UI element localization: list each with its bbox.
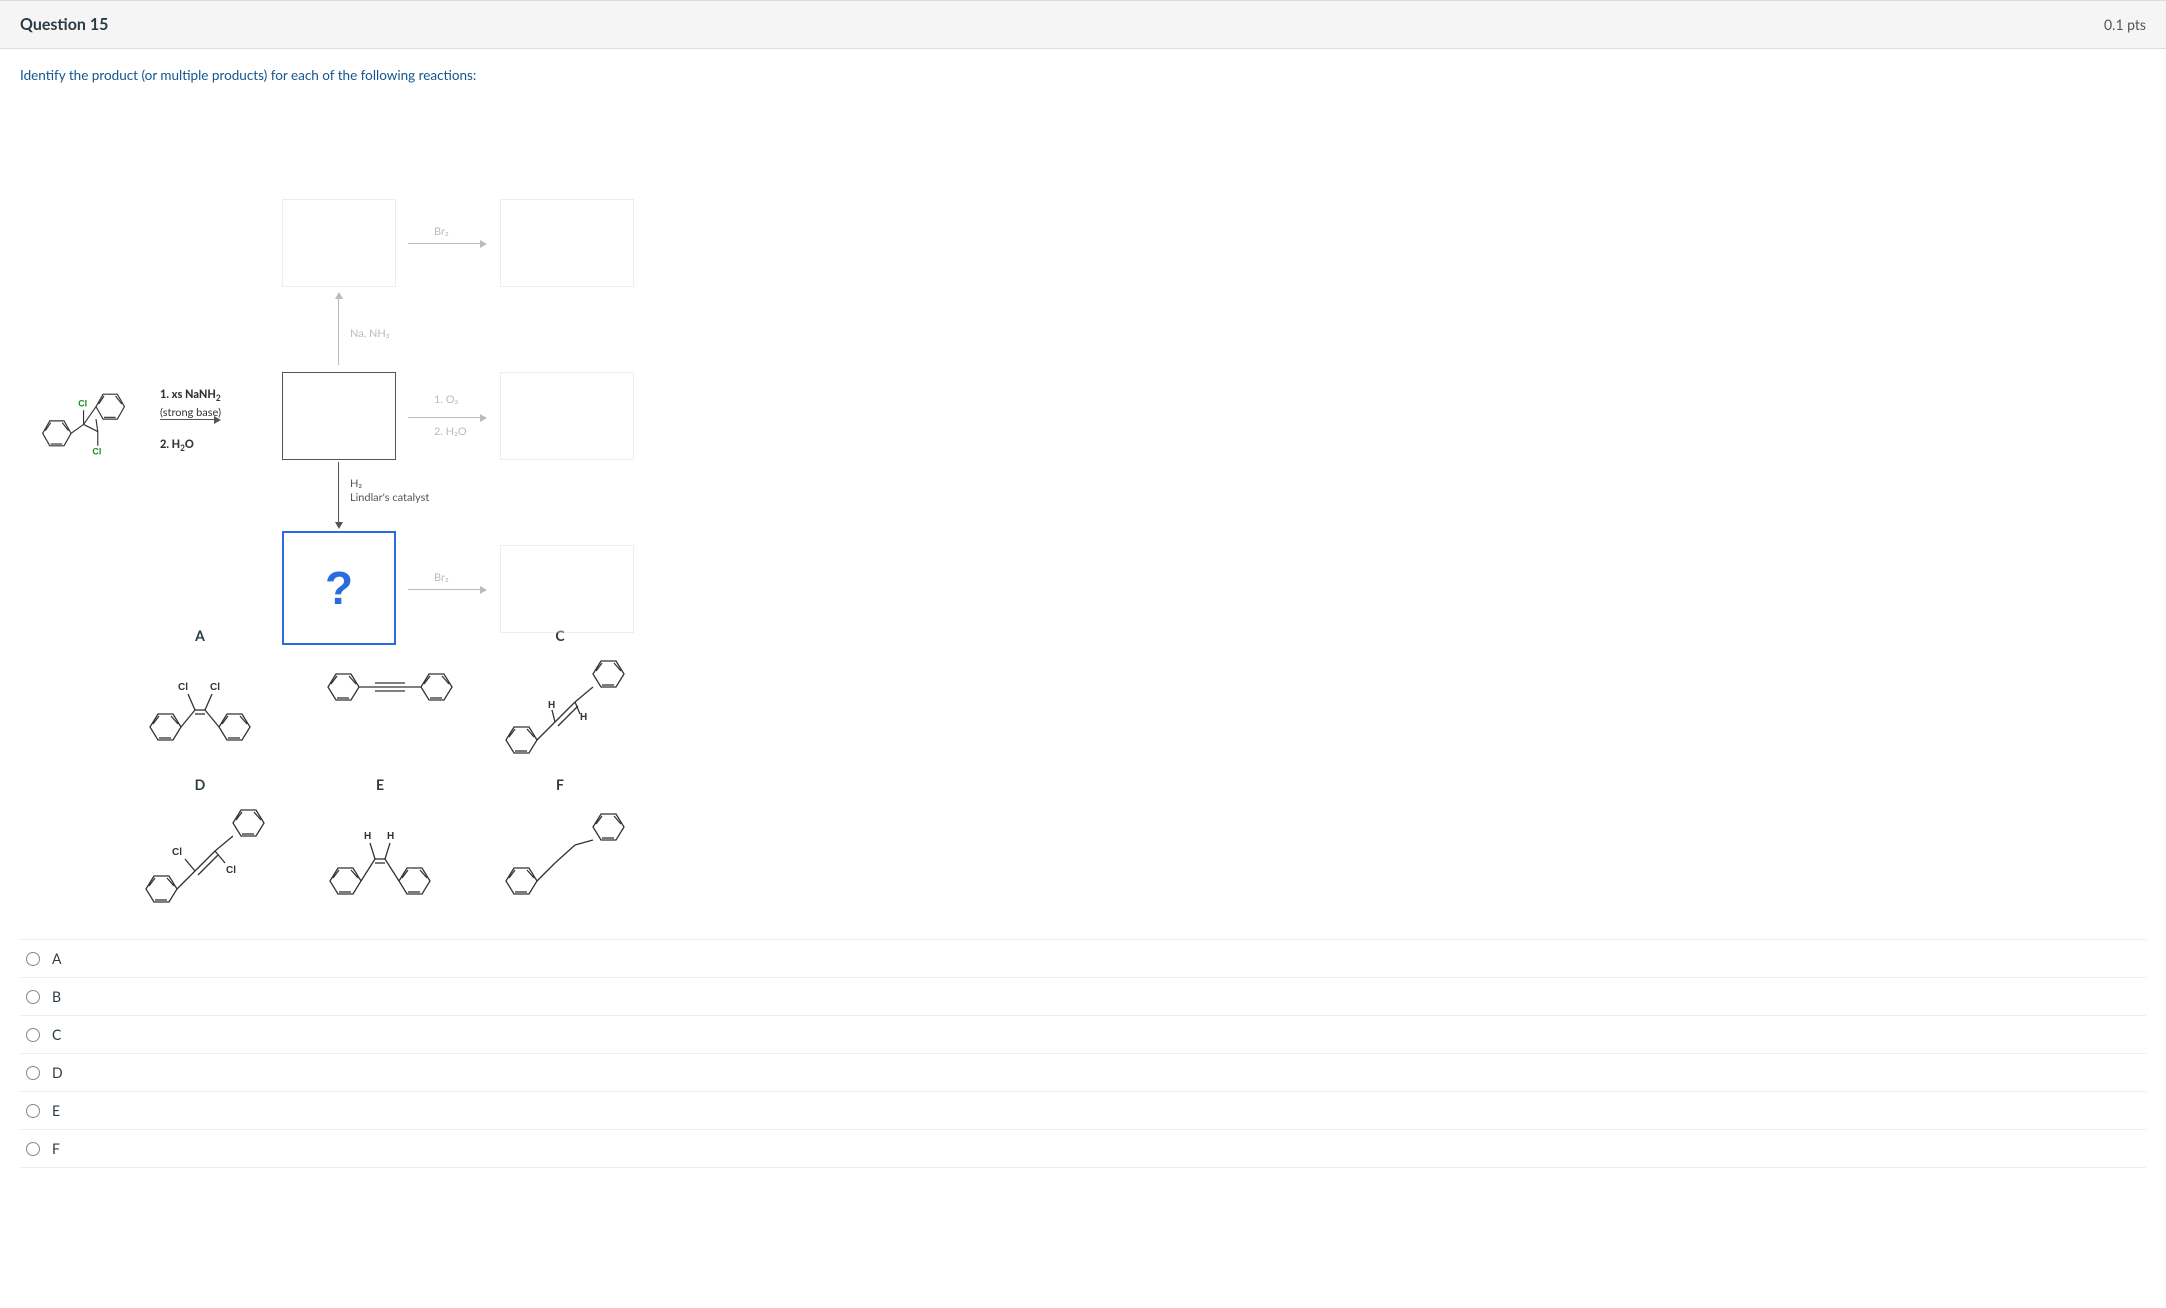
reagent-na-nh3: Na, NH₃ bbox=[350, 327, 390, 341]
arrow-lindlar bbox=[338, 462, 339, 528]
svg-text:Cl: Cl bbox=[172, 847, 182, 858]
start-reagents: 1. xs NaNH2 (strong base) 2. H2O bbox=[160, 387, 221, 455]
radio-icon[interactable] bbox=[26, 1028, 40, 1042]
answer-label: A bbox=[52, 950, 61, 967]
answer-choices-structures: A Cl Cl bbox=[140, 627, 2146, 911]
answer-option-a[interactable]: A bbox=[20, 939, 2146, 978]
svg-text:H: H bbox=[548, 700, 555, 711]
choice-structure-c: C H H bbox=[500, 627, 620, 762]
reagent-o3-line2: 2. H₂O bbox=[434, 425, 467, 439]
answer-option-d[interactable]: D bbox=[20, 1054, 2146, 1092]
svg-text:H: H bbox=[387, 831, 394, 842]
reagent-br2-bottom: Br₂ bbox=[434, 571, 449, 585]
question-prompt: Identify the product (or multiple produc… bbox=[20, 67, 2146, 83]
bottom-right-product-box bbox=[500, 545, 634, 633]
radio-icon[interactable] bbox=[26, 952, 40, 966]
central-intermediate-box bbox=[282, 372, 396, 460]
answer-label: E bbox=[52, 1102, 60, 1119]
arrow-na-nh3 bbox=[338, 293, 339, 371]
question-header: Question 15 0.1 pts bbox=[0, 0, 2166, 49]
arrow-br2-bottom bbox=[408, 589, 486, 590]
reaction-diagram: Cl Cl 1. xs NaNH2 (strong base) 2. H2O N… bbox=[20, 97, 680, 617]
radio-icon[interactable] bbox=[26, 1142, 40, 1156]
radio-icon[interactable] bbox=[26, 1066, 40, 1080]
arrow-o3 bbox=[408, 417, 486, 418]
answer-option-e[interactable]: E bbox=[20, 1092, 2146, 1130]
answer-options: A B C D E F bbox=[20, 939, 2146, 1168]
start-cl-label-2: Cl bbox=[92, 447, 101, 457]
reagent-br2-top: Br₂ bbox=[434, 225, 449, 239]
choice-structure-b: B bbox=[320, 627, 440, 762]
radio-icon[interactable] bbox=[26, 990, 40, 1004]
choice-structure-a: A Cl Cl bbox=[140, 627, 260, 762]
svg-text:H: H bbox=[364, 831, 371, 842]
svg-text:Cl: Cl bbox=[210, 682, 220, 693]
start-cl-label-1: Cl bbox=[78, 399, 87, 409]
choice-structure-d: D Cl Cl bbox=[140, 776, 260, 911]
answer-label: B bbox=[52, 988, 61, 1005]
svg-text:H: H bbox=[580, 712, 587, 723]
answer-option-f[interactable]: F bbox=[20, 1130, 2146, 1168]
question-points: 0.1 pts bbox=[2104, 16, 2146, 33]
svg-text:Cl: Cl bbox=[178, 682, 188, 693]
start-arrow bbox=[160, 419, 220, 420]
reagent-lindlar: H₂ Lindlar's catalyst bbox=[350, 477, 429, 506]
target-product-box: ? bbox=[282, 531, 396, 645]
arrow-br2-top bbox=[408, 243, 486, 244]
starting-material-structure: Cl Cl bbox=[20, 380, 140, 460]
answer-option-b[interactable]: B bbox=[20, 978, 2146, 1016]
question-body: Identify the product (or multiple produc… bbox=[0, 49, 2166, 1186]
question-mark-icon: ? bbox=[325, 561, 353, 615]
choice-structure-f: F bbox=[500, 776, 620, 911]
question-title: Question 15 bbox=[20, 15, 108, 34]
top-left-product-box bbox=[282, 199, 396, 287]
reagent-o3-line1: 1. O₃ bbox=[434, 393, 458, 407]
answer-label: D bbox=[52, 1064, 63, 1081]
answer-option-c[interactable]: C bbox=[20, 1016, 2146, 1054]
radio-icon[interactable] bbox=[26, 1104, 40, 1118]
answer-label: C bbox=[52, 1026, 61, 1043]
choice-structure-e: E H H bbox=[320, 776, 440, 911]
answer-label: F bbox=[52, 1140, 60, 1157]
top-right-product-box bbox=[500, 199, 634, 287]
right-product-box bbox=[500, 372, 634, 460]
svg-text:Cl: Cl bbox=[226, 865, 236, 876]
